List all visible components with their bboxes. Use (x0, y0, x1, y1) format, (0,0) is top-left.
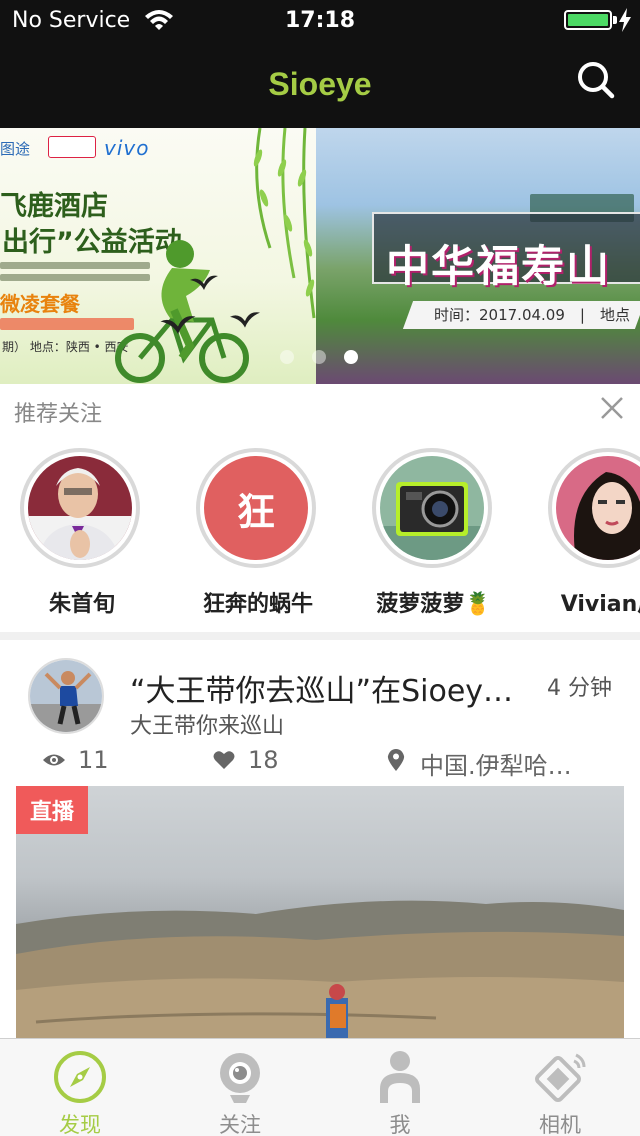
avatar-initial: 狂 (204, 456, 308, 560)
banner-info: 期） 地点：陕西 • 西安 (2, 340, 129, 354)
banner-slide-fushou-mountain[interactable]: 中华福寿山 时间：2017.04.09 | 地点 (316, 128, 640, 384)
page-dot-active[interactable] (344, 350, 358, 364)
bottom-tab-bar: 发现 关注 我 相机 (0, 1038, 640, 1136)
webcam-icon (220, 1053, 260, 1103)
person-icon (380, 1051, 420, 1103)
avatar-ring (548, 448, 640, 568)
avatar[interactable] (556, 456, 640, 560)
avatar[interactable] (28, 658, 104, 734)
close-icon[interactable] (598, 394, 626, 422)
bird-icon (230, 312, 260, 328)
bird-icon (190, 275, 218, 290)
status-bar: No Service 17:18 (0, 0, 640, 40)
top-bar: No Service 17:18 Sioeye (0, 0, 640, 128)
tab-following[interactable]: 关注 (160, 1039, 320, 1136)
avatar[interactable]: 狂 (204, 456, 308, 560)
avatar-ring (20, 448, 140, 568)
battery-icon (564, 10, 612, 30)
tab-discover[interactable]: 发现 (0, 1039, 160, 1136)
location-text: 中国.伊犁哈萨克 (420, 752, 590, 780)
banner-title-line1: 飞鹿酒店 (0, 191, 108, 222)
page-dot[interactable] (280, 350, 294, 364)
sponsor-logo-tutu: 图途 (0, 140, 31, 158)
feed-author[interactable]: 大王带你来巡山 (130, 708, 284, 740)
banner-carousel[interactable]: 图途 vivo 飞鹿酒店 出行”公益活动 微凌套餐 期） 地点：陕西 • 西安 … (0, 128, 640, 384)
bird-icon (160, 316, 196, 334)
avatar-ring: 狂 (196, 448, 316, 568)
tab-me[interactable]: 我 (320, 1039, 480, 1136)
avatar-ring (372, 448, 492, 568)
camera-device-icon (535, 1053, 586, 1102)
landscape-image (16, 900, 624, 1038)
avatar[interactable] (28, 456, 132, 560)
heart-icon[interactable] (212, 748, 236, 772)
banner-package: 微凌套餐 (0, 292, 80, 316)
battery-tip (613, 16, 617, 24)
charging-icon (619, 8, 631, 32)
recommend-header: 推荐关注 (0, 384, 640, 436)
tab-label: 相机 (539, 1113, 581, 1136)
recommend-user-name: 朱首旬 (48, 592, 115, 617)
recommend-title: 推荐关注 (14, 402, 103, 427)
compass-icon (54, 1051, 106, 1103)
tab-label: 发现 (59, 1113, 101, 1136)
live-stream-thumbnail[interactable]: 直播 (16, 786, 624, 1038)
feed-title[interactable]: “大王带你去巡山”在Sioeye直播 (130, 666, 520, 710)
views-count: 11 (78, 746, 109, 774)
feed-card[interactable]: “大王带你去巡山”在Sioeye直播 4 分钟 大王带你来巡山 11 18 中国… (0, 640, 640, 1038)
sponsor-logo-badge (48, 136, 96, 158)
likes-count: 18 (248, 746, 279, 774)
eye-icon (43, 754, 65, 766)
recommend-user-list[interactable]: 朱首旬 狂 狂奔的蜗牛 菠萝菠萝🍍 Vivian (0, 436, 640, 632)
tab-label: 关注 (219, 1113, 261, 1136)
avatar[interactable] (380, 456, 484, 560)
feed-time-ago: 4 分钟 (547, 676, 612, 701)
live-badge: 直播 (16, 786, 88, 834)
recommend-user-name: 菠萝菠萝🍍 (376, 592, 492, 617)
search-icon[interactable] (576, 60, 616, 100)
location-pin-icon (387, 749, 405, 771)
banner-time: 时间：2017.04.09 | 地点 (434, 306, 630, 324)
page-dot[interactable] (312, 350, 326, 364)
tab-camera[interactable]: 相机 (480, 1039, 640, 1136)
recommend-user-name: Vivian风 (560, 592, 640, 617)
status-time: 17:18 (284, 8, 356, 33)
sponsor-logo-vivo: vivo (104, 136, 150, 160)
section-divider (0, 632, 640, 640)
banner-title: 中华福寿山 (386, 242, 611, 292)
app-title: Sioeye (268, 66, 372, 102)
tab-label: 我 (389, 1113, 411, 1136)
banner-slide-charity-ride[interactable]: 图途 vivo 飞鹿酒店 出行”公益活动 微凌套餐 期） 地点：陕西 • 西安 (0, 128, 316, 384)
sponsor-logos: 图途 vivo (0, 136, 160, 162)
recommend-user-name: 狂奔的蜗牛 (202, 592, 313, 617)
